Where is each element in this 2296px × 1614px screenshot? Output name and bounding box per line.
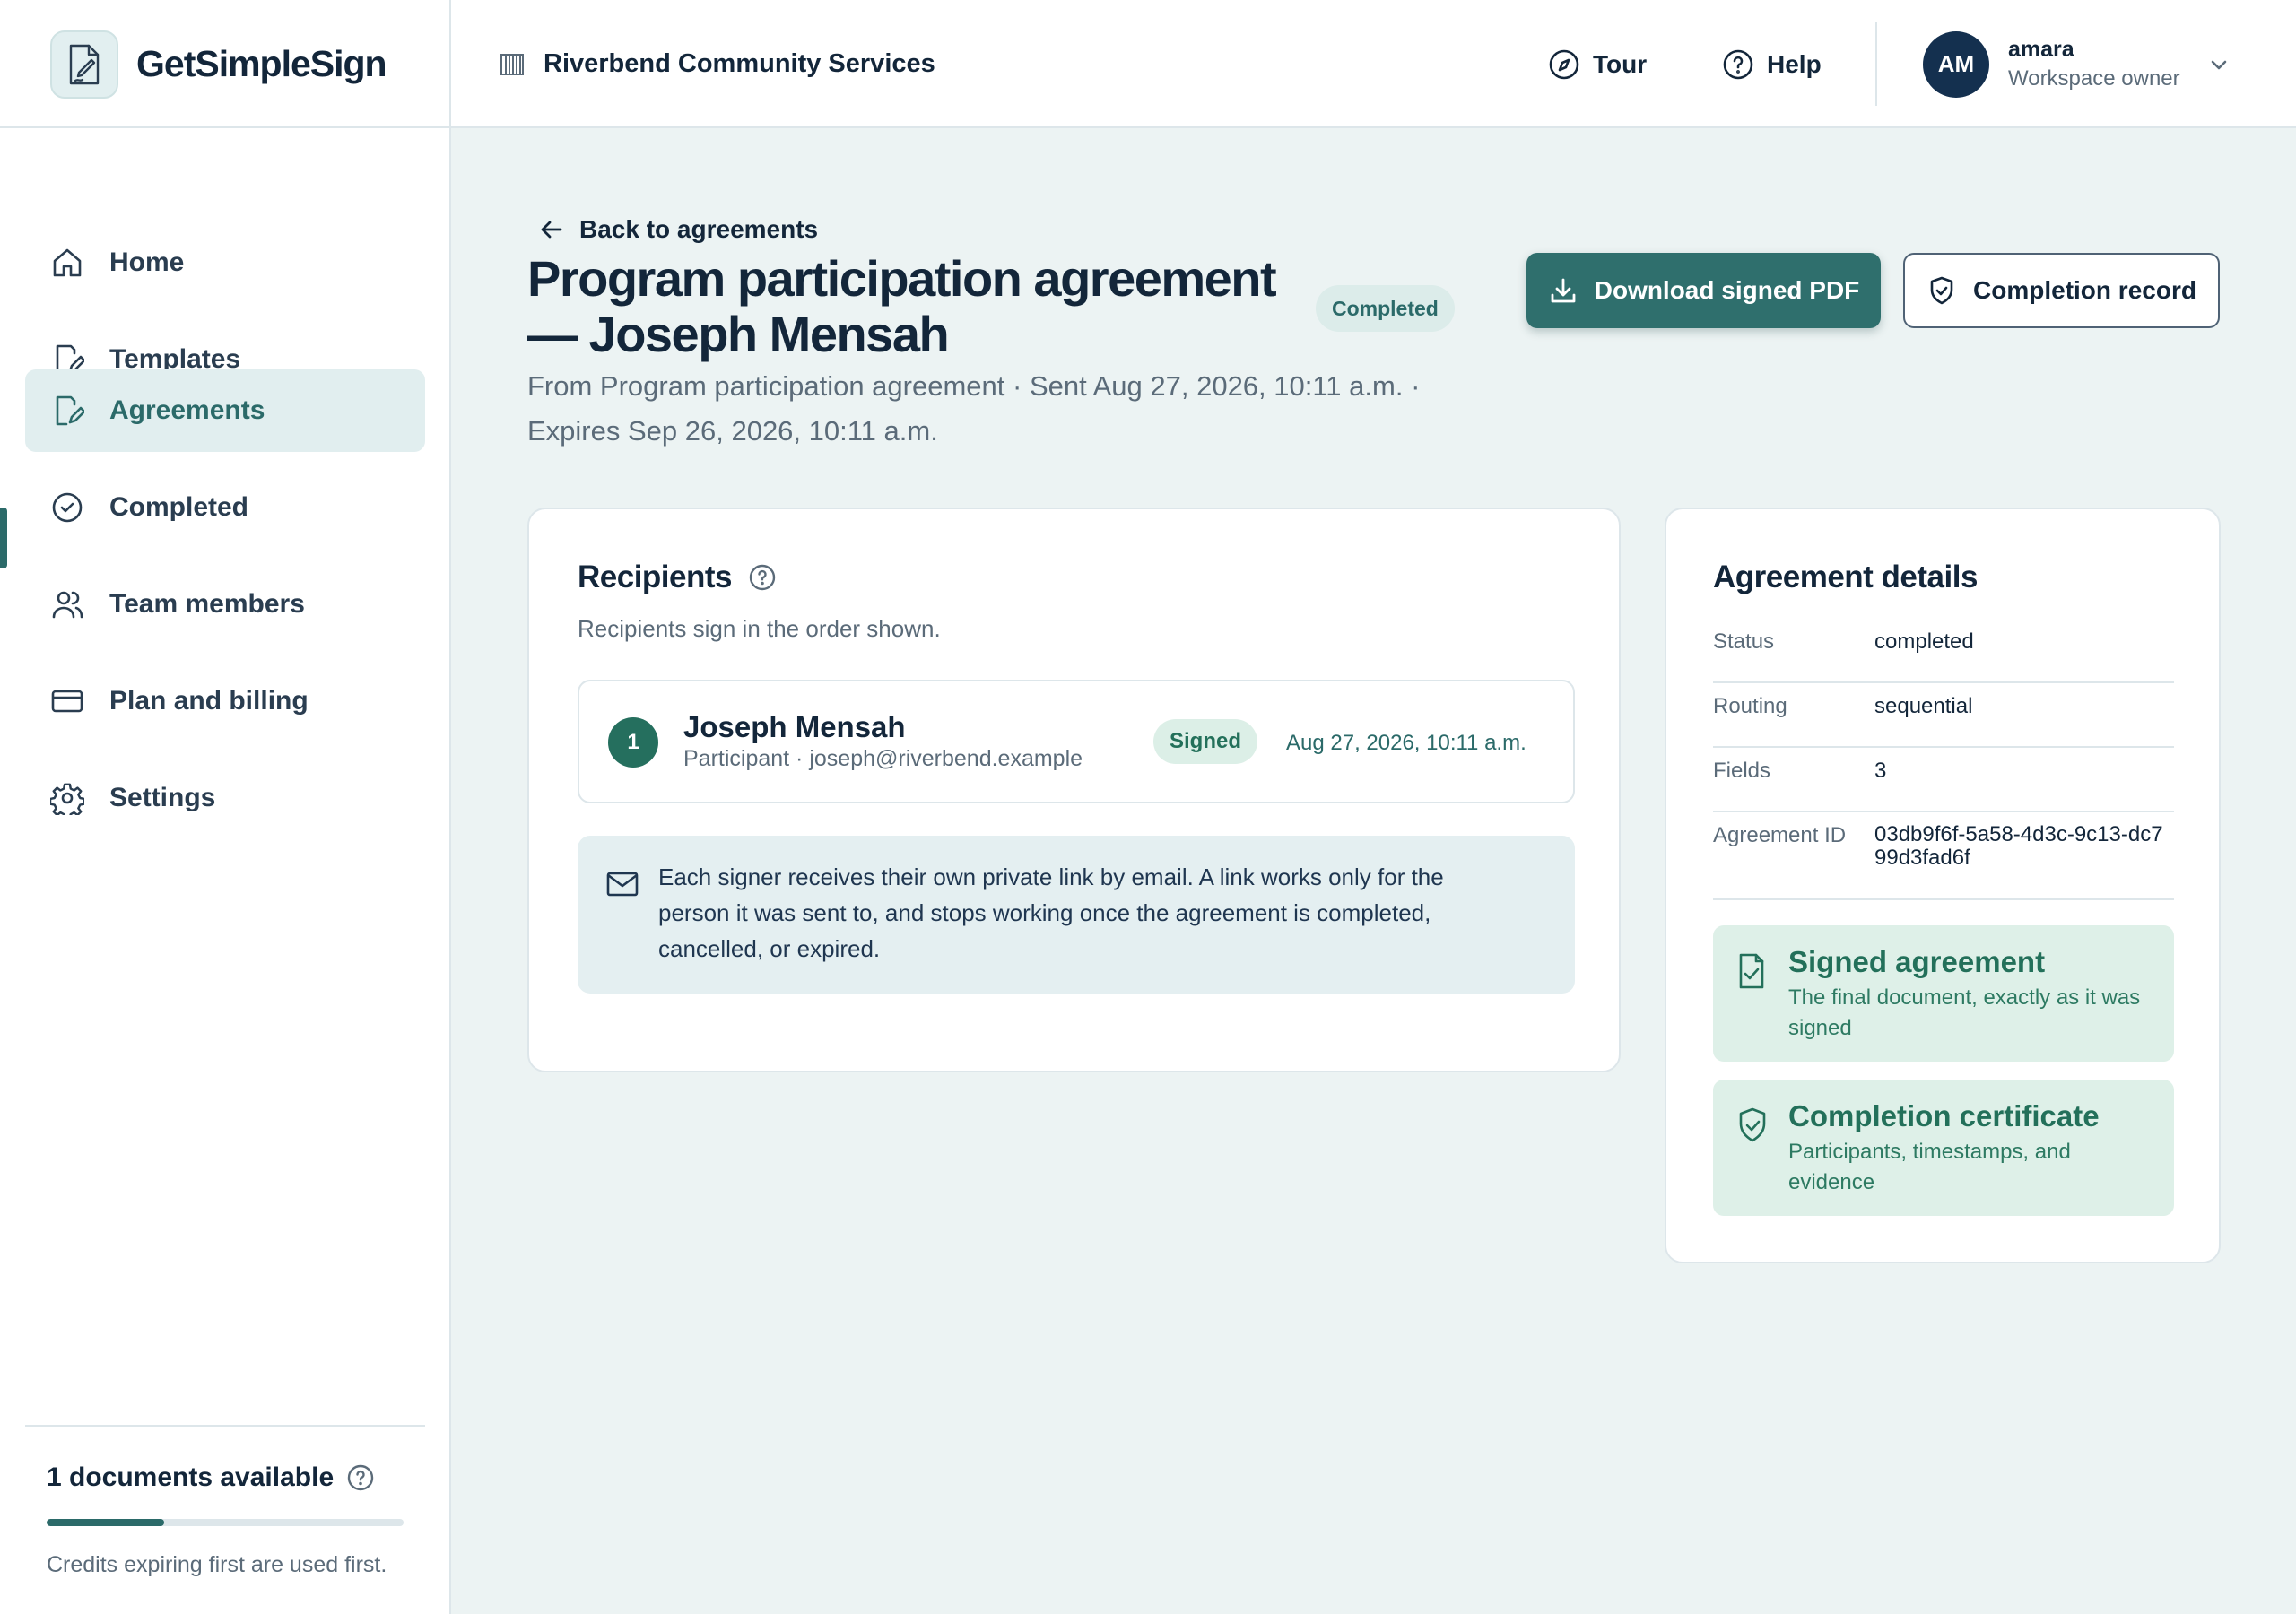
detail-key: Routing xyxy=(1713,694,1787,718)
mail-icon xyxy=(606,872,639,897)
sidebar-item-label: Settings xyxy=(109,783,216,812)
chevron-down-icon xyxy=(2211,60,2226,69)
record-label: Completion record xyxy=(1973,276,2196,304)
download-icon xyxy=(1551,278,1576,303)
page-subtitle: From Program participation agreement · S… xyxy=(527,370,1421,447)
help-button[interactable]: Help xyxy=(1722,0,1822,128)
details-title: Agreement details xyxy=(1713,560,1978,594)
credits-progress-fill xyxy=(47,1519,165,1526)
agreement-details-card: Agreement details Status completed Routi… xyxy=(1665,508,2221,1263)
download-label: Download signed PDF xyxy=(1594,276,1860,304)
credits-note: Credits expiring first are used first. xyxy=(47,1552,387,1577)
sidebar-item-label: Plan and billing xyxy=(109,686,309,716)
signed-agreement-title: Signed agreement xyxy=(1788,945,2046,978)
signing-order-badge: 1 xyxy=(608,717,658,768)
shield-check-icon xyxy=(1739,1107,1766,1142)
sidebar-item-settings[interactable]: Settings xyxy=(25,757,425,839)
detail-key: Fields xyxy=(1713,759,1771,783)
detail-row-fields: Fields 3 xyxy=(1713,748,2174,812)
active-indicator xyxy=(0,508,7,568)
detail-row-routing: Routing sequential xyxy=(1713,683,2174,748)
user-menu[interactable]: AM amara Workspace owner xyxy=(1923,0,2231,128)
recipient-row: 1 Joseph Mensah Participant · joseph@riv… xyxy=(578,680,1575,803)
shield-check-icon xyxy=(1930,276,1953,305)
file-check-icon xyxy=(1739,953,1764,989)
credits-title-row: 1 documents available xyxy=(47,1462,375,1493)
brand-name: GetSimpleSign xyxy=(136,43,387,84)
recipient-signed-time: Aug 27, 2026, 10:11 a.m. xyxy=(1286,731,1526,755)
signature-logo-icon xyxy=(50,30,118,99)
sidebar-item-label: Home xyxy=(109,247,185,277)
completion-certificate-subtitle: Participants, timestamps, and evidence xyxy=(1788,1140,2071,1194)
users-icon xyxy=(52,591,83,619)
sidebar-item-label: Completed xyxy=(109,492,249,522)
user-name: amara xyxy=(2008,37,2074,62)
recipients-title: Recipients xyxy=(578,560,733,594)
agreement-icon xyxy=(56,395,84,426)
recipient-status-badge: Signed xyxy=(1153,719,1258,764)
help-icon xyxy=(1723,49,1753,79)
download-signed-pdf-button[interactable]: Download signed PDF xyxy=(1526,253,1881,328)
arrow-left-icon xyxy=(541,221,562,239)
page-title: Program participation agreement — Joseph… xyxy=(527,250,1277,362)
sidebar-item-agreements[interactable]: Agreements xyxy=(25,369,425,452)
sidebar-item-team-members[interactable]: Team members xyxy=(25,563,425,646)
gear-icon xyxy=(50,783,84,815)
user-role: Workspace owner xyxy=(2008,66,2180,91)
detail-value: 03db9f6f-5a58-4d3c-9c13-dc799d3fad6f xyxy=(1874,822,2163,870)
avatar: AM xyxy=(1923,30,1989,98)
sidebar-item-plan-and-billing[interactable]: Plan and billing xyxy=(25,660,425,742)
organization: Riverbend Community Services xyxy=(499,0,935,128)
recipients-subtitle: Recipients sign in the order shown. xyxy=(578,615,941,642)
sidebar-item-home[interactable]: Home xyxy=(25,221,425,304)
top-bar: GetSimpleSign Riverbend Community Servic… xyxy=(0,0,2296,128)
email-info-box: Each signer receives their own private l… xyxy=(578,836,1575,994)
detail-row-status: Status completed xyxy=(1713,619,2174,683)
compass-icon xyxy=(1549,49,1579,79)
recipient-name: Joseph Mensah xyxy=(683,710,906,743)
back-link[interactable]: Back to agreements xyxy=(538,215,818,244)
recipient-meta: Participant · joseph@riverbend.example xyxy=(683,746,1083,771)
credit-card-icon xyxy=(51,690,83,713)
detail-value: completed xyxy=(1874,629,1974,654)
credits-title: 1 documents available xyxy=(47,1462,335,1492)
detail-row-agreement-id: Agreement ID 03db9f6f-5a58-4d3c-9c13-dc7… xyxy=(1713,812,2174,900)
credits-progress-bar xyxy=(47,1519,404,1526)
signed-agreement-link[interactable]: Signed agreement The final document, exa… xyxy=(1713,925,2174,1062)
status-badge: Completed xyxy=(1316,285,1455,332)
completion-record-button[interactable]: Completion record xyxy=(1903,253,2220,328)
tour-label: Tour xyxy=(1593,49,1648,78)
completion-certificate-link[interactable]: Completion certificate Participants, tim… xyxy=(1713,1080,2174,1216)
sidebar-item-label: Agreements xyxy=(109,395,265,425)
sidebar: Home Templates Agreements Completed Team… xyxy=(0,128,451,1614)
detail-value: sequential xyxy=(1874,694,1973,718)
back-label: Back to agreements xyxy=(579,215,819,243)
detail-value: 3 xyxy=(1874,759,1887,783)
organization-name: Riverbend Community Services xyxy=(544,49,935,78)
recipients-card: Recipients Recipients sign in the order … xyxy=(527,508,1621,1072)
detail-key: Status xyxy=(1713,629,1775,654)
detail-key: Agreement ID xyxy=(1713,823,1847,847)
home-icon xyxy=(53,248,82,277)
help-label: Help xyxy=(1767,49,1822,78)
signed-agreement-subtitle: The final document, exactly as it was si… xyxy=(1788,985,2141,1040)
building-icon xyxy=(500,53,524,75)
recipients-heading: Recipients xyxy=(578,560,777,595)
tour-button[interactable]: Tour xyxy=(1548,0,1647,128)
sidebar-item-label: Team members xyxy=(109,589,305,619)
email-info-text: Each signer receives their own private l… xyxy=(658,863,1444,962)
sidebar-item-completed[interactable]: Completed xyxy=(25,466,425,549)
top-divider xyxy=(1875,22,1877,106)
check-circle-icon xyxy=(52,492,83,523)
credits-panel: 1 documents available Credits expiring f… xyxy=(25,1425,425,1577)
brand[interactable]: GetSimpleSign xyxy=(0,0,451,128)
help-icon[interactable] xyxy=(748,563,777,592)
completion-certificate-title: Completion certificate xyxy=(1788,1099,2100,1132)
help-icon[interactable] xyxy=(346,1463,375,1492)
